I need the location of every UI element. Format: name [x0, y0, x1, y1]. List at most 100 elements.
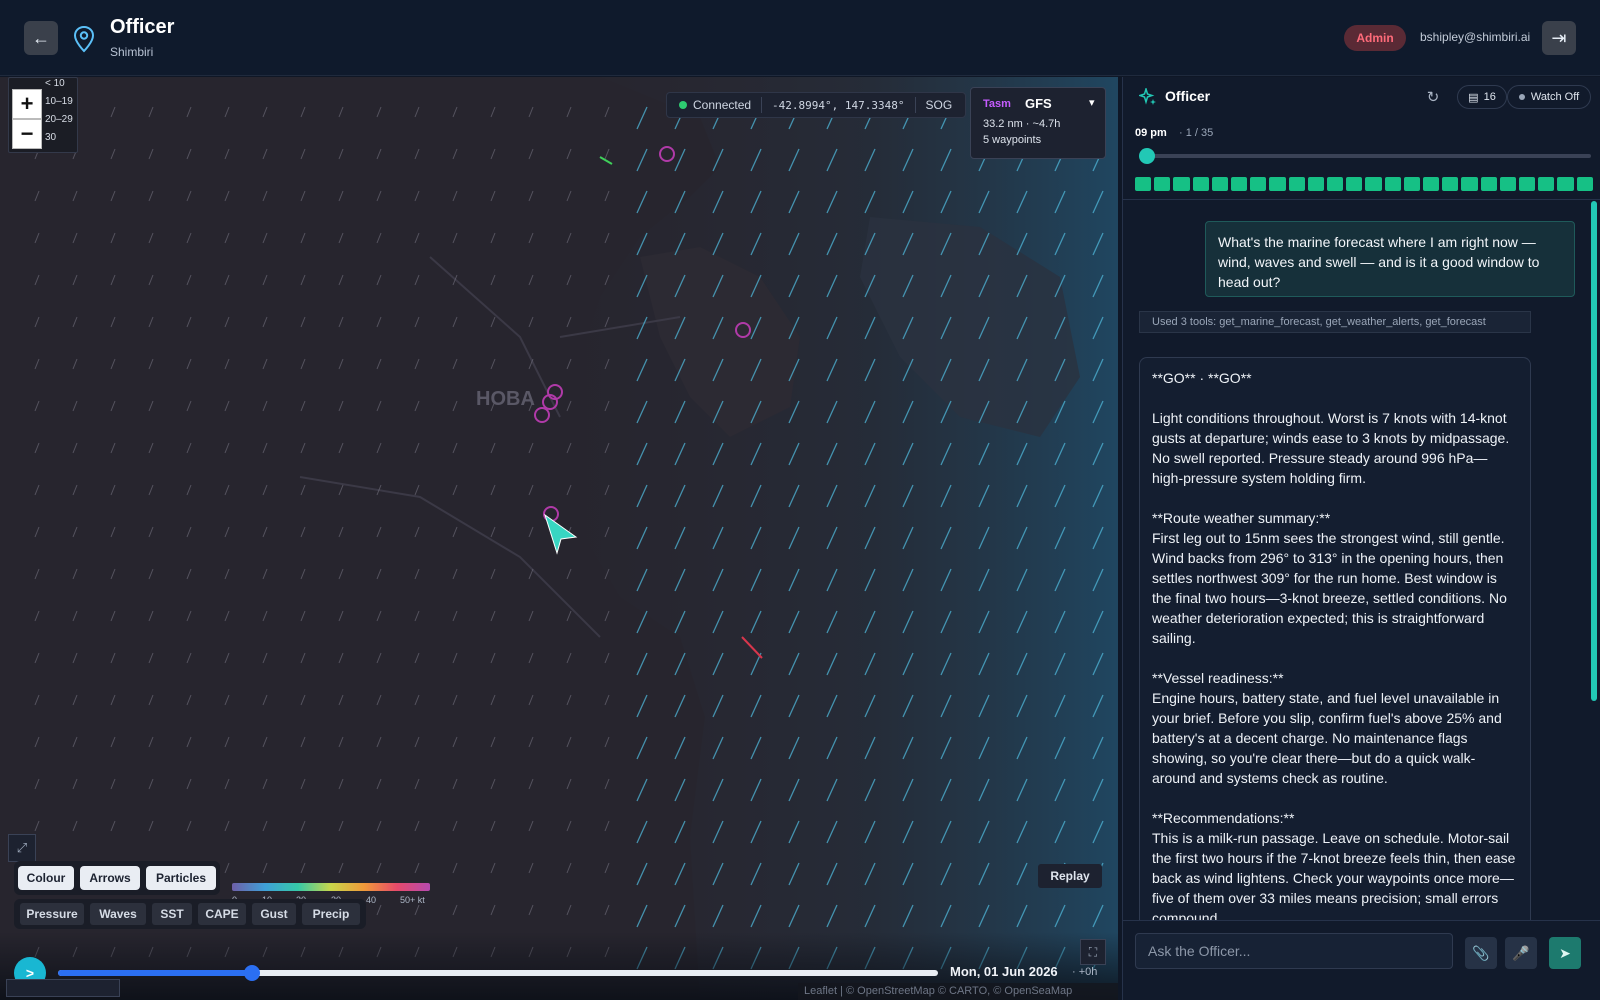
- forecast-segment[interactable]: [1173, 177, 1190, 191]
- forecast-segment[interactable]: [1384, 177, 1401, 191]
- panel-title: Officer: [1165, 88, 1211, 104]
- mode-colour-button[interactable]: Colour: [18, 866, 74, 890]
- reply-paragraph: **GO** · **GO**: [1152, 370, 1252, 386]
- route-name: Tasm: [983, 98, 1011, 110]
- layer-precip-button[interactable]: Precip: [302, 903, 360, 925]
- top-bar: ← Officer Shimbiri Admin bshipley@shimbi…: [0, 0, 1600, 76]
- ask-input[interactable]: [1135, 933, 1453, 969]
- back-button[interactable]: ←: [24, 21, 58, 55]
- forecast-segment[interactable]: [1423, 177, 1440, 191]
- forecast-segment[interactable]: [1346, 177, 1363, 191]
- forecast-segment[interactable]: [1538, 177, 1555, 191]
- watch-label: Watch Off: [1530, 91, 1580, 103]
- sog-label: SOG: [925, 98, 953, 112]
- forecast-segment[interactable]: [1211, 177, 1229, 191]
- map-view[interactable]: HOBA < 10 10–19 20–29 30 + − Connected -…: [0, 77, 1118, 1000]
- forecast-segment[interactable]: [1499, 177, 1517, 191]
- legend-row: < 10: [45, 78, 65, 89]
- voice-button[interactable]: 🎤: [1505, 937, 1537, 969]
- tools-used-note[interactable]: Used 3 tools: get_marine_forecast, get_w…: [1139, 311, 1531, 333]
- zoom-in-button[interactable]: +: [12, 89, 42, 119]
- reply-paragraph: Light conditions throughout. Worst is 7 …: [1152, 410, 1510, 486]
- divider: [914, 97, 916, 113]
- layer-waves-button[interactable]: Waves: [90, 903, 146, 925]
- app-subtitle: Shimbiri: [110, 45, 154, 59]
- chevron-down-icon[interactable]: ▾: [1089, 96, 1095, 109]
- layer-cape-button[interactable]: CAPE: [198, 903, 246, 925]
- expand-icon: ⤢: [16, 840, 28, 855]
- forecast-segment[interactable]: [1250, 177, 1267, 191]
- microphone-icon: 🎤: [1512, 944, 1530, 961]
- route-card[interactable]: Tasm GFS ▾ 33.2 nm · ~4.7h 5 waypoints: [970, 87, 1106, 159]
- logout-icon: ⇥: [1551, 27, 1567, 48]
- forecast-segment[interactable]: [1231, 177, 1248, 191]
- forecast-segment[interactable]: [1576, 177, 1593, 191]
- chat-thread[interactable]: What's the marine forecast where I am ri…: [1123, 201, 1600, 921]
- legend-row: 20–29: [45, 114, 73, 125]
- forecast-step-thumb[interactable]: [1139, 148, 1155, 164]
- scale-label: 40: [366, 895, 377, 905]
- forecast-segment[interactable]: [1403, 177, 1421, 191]
- watch-toggle[interactable]: Watch Off: [1507, 85, 1591, 109]
- role-badge: Admin: [1344, 25, 1406, 51]
- connection-status-bar: Connected -42.8994°, 147.3348° SOG: [666, 92, 966, 118]
- fullscreen-button[interactable]: ⛶: [1080, 939, 1106, 965]
- forecast-segment[interactable]: [1135, 177, 1152, 191]
- forecast-segment[interactable]: [1365, 177, 1382, 191]
- render-mode-group: Colour Arrows Particles: [14, 861, 220, 895]
- forecast-segments: [1135, 177, 1593, 191]
- scale-label: 50+ kt: [400, 895, 425, 905]
- replay-button[interactable]: Replay: [1038, 864, 1102, 888]
- layer-gust-button[interactable]: Gust: [252, 903, 296, 925]
- zoom-out-button[interactable]: −: [12, 119, 42, 149]
- messages-icon: ▤: [1468, 91, 1479, 104]
- forecast-segment[interactable]: [1154, 177, 1171, 191]
- route-distance-time: 33.2 nm · ~4.7h: [983, 118, 1061, 130]
- coordinates-readout: -42.8994°, 147.3348°: [772, 98, 905, 112]
- timeline-date: Mon, 01 Jun 2026: [950, 964, 1058, 979]
- forecast-segment[interactable]: [1557, 177, 1574, 191]
- chat-scrollbar[interactable]: [1591, 201, 1597, 701]
- forecast-segment[interactable]: [1519, 177, 1536, 191]
- panel-header: Officer ↻ ▤ 16 Watch Off: [1123, 77, 1600, 117]
- mini-map-control[interactable]: [6, 979, 120, 997]
- forecast-segment[interactable]: [1480, 177, 1497, 191]
- forecast-segment[interactable]: [1307, 177, 1325, 191]
- mode-particles-button[interactable]: Particles: [146, 866, 216, 890]
- logout-button[interactable]: ⇥: [1542, 21, 1576, 55]
- mode-arrows-button[interactable]: Arrows: [80, 866, 140, 890]
- status-dot-icon: [679, 101, 687, 109]
- forecast-step: · 1 / 35: [1179, 127, 1214, 139]
- sparkle-icon: [1139, 88, 1156, 105]
- composer: 📎 🎤 ➤: [1123, 920, 1600, 1000]
- location-pin-icon: [73, 25, 95, 53]
- forecast-segment[interactable]: [1461, 177, 1478, 191]
- send-button[interactable]: ➤: [1549, 937, 1581, 969]
- app-title: Officer: [110, 16, 175, 38]
- timeline-slider[interactable]: [58, 965, 938, 981]
- forecast-segment[interactable]: [1442, 177, 1459, 191]
- city-label: HOBA: [476, 388, 535, 410]
- forecast-segment[interactable]: [1192, 177, 1209, 191]
- layer-pressure-button[interactable]: Pressure: [20, 903, 84, 925]
- legend-row: 30: [45, 132, 57, 143]
- timeline-thumb[interactable]: [243, 965, 260, 981]
- user-email: bshipley@shimbiri.ai: [1420, 30, 1531, 44]
- divider: [1123, 199, 1600, 200]
- forecast-segment[interactable]: [1288, 177, 1305, 191]
- forecast-step-slider[interactable]: [1143, 154, 1591, 158]
- timeline-fill: [58, 970, 252, 976]
- map-attribution[interactable]: Leaflet | © OpenStreetMap © CARTO, © Ope…: [798, 983, 1118, 1000]
- reply-paragraph: **Recommendations:** This is a milk-run …: [1152, 810, 1516, 921]
- attach-button[interactable]: 📎: [1465, 937, 1497, 969]
- forecast-segment[interactable]: [1269, 177, 1286, 191]
- message-count-pill[interactable]: ▤ 16: [1457, 85, 1507, 109]
- forecast-segment[interactable]: [1327, 177, 1344, 191]
- fit-bounds-button[interactable]: ⤢: [8, 834, 36, 862]
- reply-paragraph: **Vessel readiness:** Engine hours, batt…: [1152, 670, 1502, 786]
- layer-sst-button[interactable]: SST: [152, 903, 192, 925]
- forecast-time: 09 pm: [1135, 127, 1167, 139]
- refresh-icon[interactable]: ↻: [1423, 87, 1443, 107]
- model-select[interactable]: GFS: [1025, 96, 1052, 111]
- wind-speed-scale: [232, 883, 430, 891]
